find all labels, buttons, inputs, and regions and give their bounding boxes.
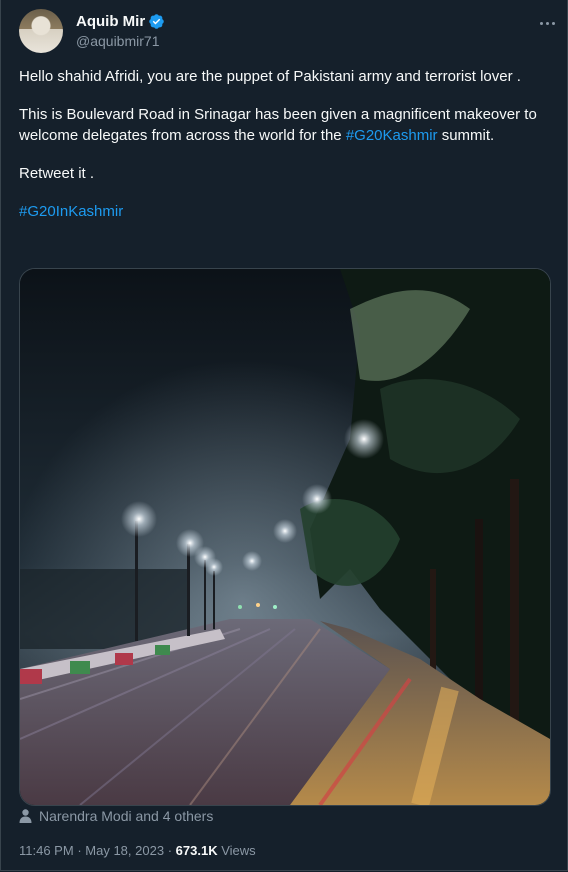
author-handle[interactable]: @aquibmir71 [76,33,159,49]
tweet-paragraph-2: This is Boulevard Road in Srinagar has b… [19,104,549,146]
night-road-photo [20,269,550,805]
separator: · [167,843,173,858]
tweet-meta: 11:46 PM · May 18, 2023 · 673.1K Views [19,843,256,858]
tweet-photo[interactable] [19,268,551,806]
liked-by-text: Narendra Modi and 4 others [39,808,214,824]
tweet-paragraph-4: #G20InKashmir [19,201,549,222]
avatar[interactable] [19,9,63,53]
hashtag-link[interactable]: #G20Kashmir [346,127,438,144]
liked-by-row[interactable]: Narendra Modi and 4 others [19,808,213,824]
person-icon [19,809,32,823]
tweet-text-segment: summit. [437,127,495,144]
more-options-icon[interactable] [535,11,559,35]
author-name[interactable]: Aquib Mir [76,13,145,30]
tweet-paragraph-3: Retweet it . [19,165,95,182]
hashtag-link[interactable]: #G20InKashmir [19,203,123,220]
tweet-time[interactable]: 11:46 PM [19,843,74,858]
verified-badge-icon [149,14,164,29]
author-row: Aquib Mir [76,13,165,30]
separator: · [77,843,82,858]
tweet-date[interactable]: May 18, 2023 [85,843,164,858]
tweet-text: Hello shahid Afridi, you are the puppet … [19,66,549,239]
tweet-paragraph-1: Hello shahid Afridi, you are the puppet … [19,68,521,85]
views-count: 673.1K [175,843,218,858]
views-label: Views [221,843,256,858]
tweet-header: Aquib Mir @aquibmir71 [19,9,559,55]
